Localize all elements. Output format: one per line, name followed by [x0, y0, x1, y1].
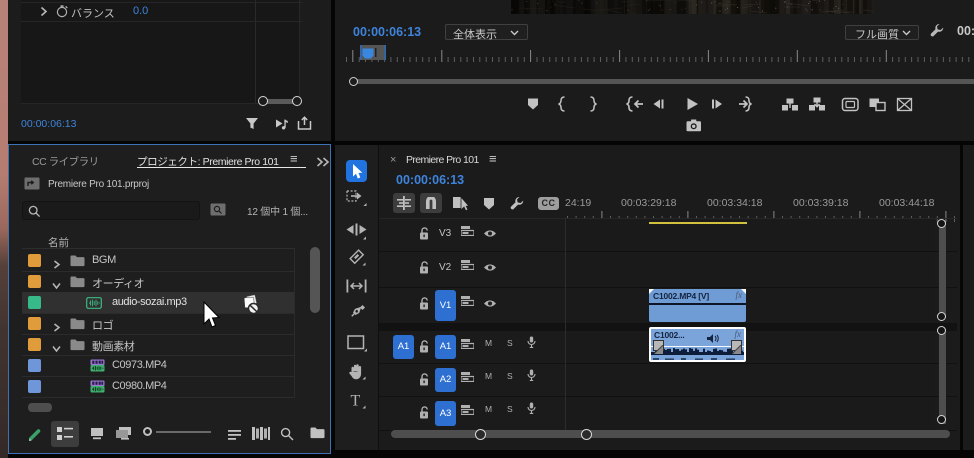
svg-text:T: T	[351, 393, 361, 410]
